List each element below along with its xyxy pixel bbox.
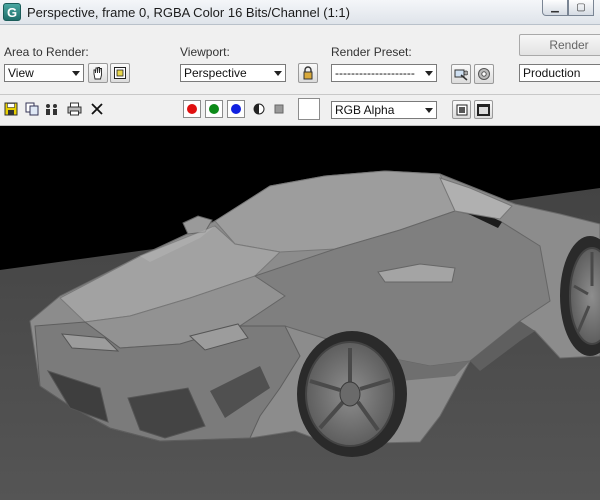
frame-window-icon[interactable] bbox=[474, 100, 493, 119]
gear-icon[interactable] bbox=[474, 64, 494, 84]
render-viewport bbox=[0, 126, 600, 500]
render-mode-value: Production bbox=[523, 66, 581, 80]
window-controls: ▁ ▢ bbox=[542, 0, 594, 17]
window-title: Perspective, frame 0, RGBA Color 16 Bits… bbox=[27, 5, 350, 20]
viewport-select[interactable]: Perspective bbox=[180, 64, 286, 82]
frame-buffer-toolbar: RGB Alpha bbox=[0, 95, 600, 126]
alpha-icon[interactable] bbox=[251, 101, 267, 117]
channel-display-select[interactable]: RGB Alpha bbox=[331, 101, 437, 119]
viewport-value: Perspective bbox=[184, 66, 247, 80]
render-controls-panel: Area to Render: View Viewport: Perspecti… bbox=[0, 25, 600, 95]
minimize-button[interactable]: ▁ bbox=[542, 0, 568, 16]
red-channel-toggle[interactable] bbox=[183, 100, 201, 118]
render-button[interactable]: Render bbox=[519, 34, 600, 56]
green-channel-toggle[interactable] bbox=[205, 100, 223, 118]
save-icon[interactable] bbox=[3, 101, 19, 117]
red-dot-icon bbox=[187, 104, 197, 114]
green-dot-icon bbox=[209, 104, 219, 114]
render-preset-value: -------------------- bbox=[335, 66, 415, 80]
channel-display-value: RGB Alpha bbox=[335, 103, 395, 117]
hand-icon[interactable] bbox=[88, 63, 108, 83]
render-mode-select[interactable]: Production bbox=[519, 64, 600, 82]
display-icon[interactable] bbox=[452, 100, 471, 119]
maximize-button[interactable]: ▢ bbox=[568, 0, 594, 16]
region-icon[interactable] bbox=[110, 63, 130, 83]
render-setup-icon[interactable] bbox=[451, 64, 471, 84]
chevron-down-icon bbox=[69, 65, 83, 81]
copy-icon[interactable] bbox=[24, 101, 40, 117]
clear-icon[interactable] bbox=[89, 101, 105, 117]
chevron-down-icon bbox=[422, 102, 436, 118]
lock-icon[interactable] bbox=[298, 63, 318, 83]
chevron-down-icon bbox=[422, 65, 436, 81]
chevron-down-icon bbox=[271, 65, 285, 81]
window-titlebar: G Perspective, frame 0, RGBA Color 16 Bi… bbox=[0, 0, 600, 25]
clone-icon[interactable] bbox=[44, 101, 60, 117]
blue-dot-icon bbox=[231, 104, 241, 114]
render-preset-label: Render Preset: bbox=[331, 45, 412, 59]
render-preset-select[interactable]: -------------------- bbox=[331, 64, 437, 82]
area-to-render-label: Area to Render: bbox=[4, 45, 89, 59]
car-render bbox=[0, 170, 600, 500]
blue-channel-toggle[interactable] bbox=[227, 100, 245, 118]
color-swatch[interactable] bbox=[298, 98, 320, 120]
app-icon[interactable]: G bbox=[3, 3, 21, 21]
viewport-label: Viewport: bbox=[180, 45, 230, 59]
area-to-render-select[interactable]: View bbox=[4, 64, 84, 82]
area-to-render-value: View bbox=[8, 66, 34, 80]
print-icon[interactable] bbox=[66, 101, 82, 117]
mono-icon[interactable] bbox=[271, 101, 287, 117]
